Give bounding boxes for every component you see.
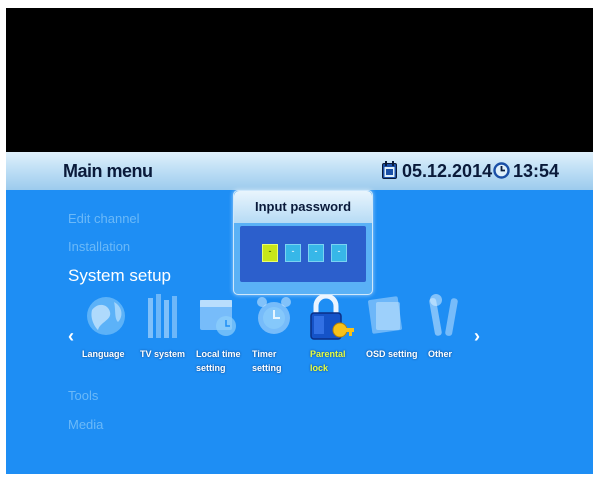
submenu-label: Other bbox=[428, 349, 453, 359]
globe-icon bbox=[87, 297, 125, 335]
menu-item-media[interactable]: Media bbox=[68, 417, 103, 432]
submenu-language[interactable]: Language bbox=[78, 290, 134, 382]
dialog-title: Input password bbox=[234, 191, 372, 223]
date-display: 05.12.2014 bbox=[402, 161, 493, 181]
padlock-icon bbox=[310, 293, 354, 340]
submenu-timer-setting[interactable]: Timer setting bbox=[246, 290, 302, 382]
tv-screen: Main menu 05.12.2014 13:54 Edit channel … bbox=[6, 8, 593, 474]
calendar-icon bbox=[382, 161, 397, 179]
submenu-tv-system[interactable]: TV system bbox=[136, 290, 192, 382]
menu-item-installation[interactable]: Installation bbox=[68, 239, 130, 254]
page-title: Main menu bbox=[63, 161, 153, 181]
submenu-label: Local time setting bbox=[196, 349, 241, 373]
menu-item-edit-channel[interactable]: Edit channel bbox=[68, 211, 140, 226]
submenu-label: TV system bbox=[140, 349, 186, 359]
password-digit-4[interactable]: - bbox=[331, 244, 347, 262]
menu-item-tools[interactable]: Tools bbox=[68, 388, 98, 403]
submenu-label: OSD setting bbox=[366, 349, 418, 359]
menu-item-system-setup[interactable]: System setup bbox=[68, 266, 171, 286]
password-digit-2[interactable]: - bbox=[285, 244, 301, 262]
submenu-local-time-setting[interactable]: Local time setting bbox=[190, 290, 246, 382]
password-field[interactable]: - - - - bbox=[240, 226, 366, 282]
password-digit-3[interactable]: - bbox=[308, 244, 324, 262]
submenu-osd-setting[interactable]: OSD setting bbox=[358, 290, 418, 382]
password-dialog: Input password - - - - bbox=[233, 190, 373, 295]
header-bar: Main menu 05.12.2014 13:54 bbox=[6, 152, 593, 190]
local-time-icon bbox=[200, 300, 236, 336]
alarm-clock-icon bbox=[257, 297, 291, 334]
osd-setting-icon bbox=[368, 296, 402, 334]
clock-icon bbox=[493, 162, 510, 179]
submenu-other[interactable]: Other bbox=[418, 290, 474, 382]
tools-icon bbox=[429, 294, 458, 336]
system-setup-submenu: Language TV system Local time setting Ti… bbox=[6, 290, 593, 382]
tv-system-icon bbox=[148, 294, 177, 338]
submenu-label: Language bbox=[82, 349, 125, 359]
time-display: 13:54 bbox=[513, 161, 560, 181]
video-area bbox=[6, 8, 593, 152]
submenu-parental-lock[interactable]: Parental lock bbox=[298, 290, 354, 382]
password-digit-1[interactable]: - bbox=[262, 244, 278, 262]
